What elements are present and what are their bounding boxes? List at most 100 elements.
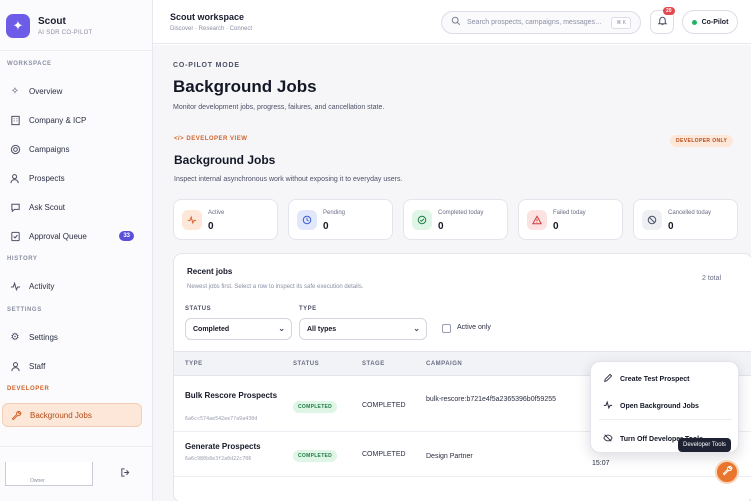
- active-only-label: Active only: [457, 324, 491, 331]
- stat-value: 0: [553, 221, 559, 232]
- copilot-button[interactable]: Co-Pilot: [682, 10, 738, 34]
- user-role: Owner: [30, 478, 45, 484]
- bell-icon: [657, 15, 668, 29]
- job-campaign: bulk-rescore:b721e4f5a2365396b0f59255: [426, 396, 556, 403]
- developer-view-label: </> DEVELOPER VIEW: [174, 136, 247, 142]
- section-label-developer: DEVELOPER: [7, 386, 50, 392]
- sidebar-item-overview[interactable]: ✧ Overview: [2, 79, 142, 103]
- status-badge: COMPLETED: [293, 450, 338, 462]
- divider: [0, 446, 153, 447]
- stat-value: 0: [208, 221, 214, 232]
- job-id: 6a6cc574ae542ee7?a9a430d: [185, 416, 258, 422]
- stat-value: 0: [438, 221, 444, 232]
- sidebar: ✦ Scout AI SDR CO-PILOT WORKSPACE ✧ Over…: [0, 0, 153, 501]
- brand-subtitle: AI SDR CO-PILOT: [38, 30, 93, 36]
- section-title: Background Jobs: [174, 153, 276, 167]
- eye-off-icon: [603, 433, 613, 446]
- search-input[interactable]: Search prospects, campaigns, messages… ⌘…: [441, 11, 641, 34]
- sidebar-item-campaigns[interactable]: Campaigns: [2, 137, 142, 161]
- section-label-workspace: WORKSPACE: [7, 61, 52, 67]
- sparkle-logo-icon: ✦: [6, 14, 30, 38]
- chevron-down-icon: ⌄: [278, 324, 285, 333]
- status-dot: [691, 19, 697, 25]
- section-label-settings: SETTINGS: [7, 307, 42, 313]
- sidebar-item-prospects[interactable]: Prospects: [2, 166, 142, 190]
- search-shortcut: ⌘ K: [611, 17, 631, 29]
- job-id: 6a6c980b8e3f2a0d22c706: [185, 456, 252, 462]
- stat-label: Failed today: [553, 210, 586, 216]
- sparkle-icon: ✧: [10, 85, 20, 97]
- active-only-checkbox[interactable]: [442, 324, 451, 333]
- open-background-jobs-item[interactable]: Open Background Jobs: [603, 400, 699, 413]
- sidebar-item-label: Activity: [29, 281, 55, 291]
- job-campaign: Design Partner: [426, 453, 473, 460]
- job-type: Bulk Rescore Prospects: [185, 391, 278, 400]
- search-placeholder: Search prospects, campaigns, messages…: [467, 19, 603, 26]
- target-icon: [9, 143, 21, 155]
- breadcrumb: Discover · Research · Connect: [170, 26, 253, 32]
- wrench-icon: [10, 409, 22, 421]
- warning-icon: [527, 210, 547, 230]
- job-stage: COMPLETED: [362, 402, 406, 409]
- section-label-history: HISTORY: [7, 256, 38, 262]
- stat-card-active: Active 0: [173, 199, 278, 240]
- brand[interactable]: ✦ Scout AI SDR CO-PILOT: [6, 14, 93, 38]
- check-circle-icon: [412, 210, 432, 230]
- sidebar-item-company-icp[interactable]: Company & ICP: [2, 108, 142, 132]
- brand-name: Scout: [38, 16, 66, 27]
- stat-label: Cancelled today: [668, 210, 712, 216]
- job-time: 15:07: [592, 460, 610, 467]
- status-badge: COMPLETED: [293, 401, 338, 413]
- stat-value: 0: [323, 221, 329, 232]
- stat-card-completed: Completed today 0: [403, 199, 508, 240]
- column-header: CAMPAIGN: [426, 361, 463, 367]
- sidebar-item-label: Prospects: [29, 173, 65, 183]
- sidebar-item-background-jobs[interactable]: Background Jobs: [2, 403, 142, 427]
- job-stage: COMPLETED: [362, 451, 406, 458]
- status-select-value: Completed: [193, 325, 230, 333]
- job-type: Generate Prospects: [185, 442, 261, 451]
- page-description: Monitor development jobs, progress, fail…: [173, 104, 385, 111]
- gear-icon: ⚙: [10, 331, 20, 343]
- sidebar-item-approval-queue[interactable]: Approval Queue 33: [2, 224, 142, 248]
- developer-view-text: DEVELOPER VIEW: [186, 136, 248, 142]
- activity-icon: [603, 400, 613, 413]
- staff-icon: [9, 360, 21, 372]
- user-profile[interactable]: [5, 462, 93, 486]
- top-bar: Scout workspace Discover · Research · Co…: [153, 0, 751, 44]
- activity-icon: [182, 210, 202, 230]
- chevron-down-icon: ⌄: [413, 324, 420, 333]
- sidebar-item-staff[interactable]: Staff: [2, 354, 142, 378]
- developer-only-badge: DEVELOPER ONLY: [670, 135, 734, 147]
- developer-tools-button[interactable]: [715, 460, 739, 484]
- mode-label: CO-PILOT MODE: [173, 62, 240, 69]
- ban-icon: [642, 210, 662, 230]
- menu-item-label: Open Background Jobs: [620, 403, 699, 410]
- pencil-icon: [603, 373, 613, 386]
- status-select[interactable]: Completed ⌄: [185, 318, 292, 340]
- sidebar-item-label: Company & ICP: [29, 115, 87, 125]
- sidebar-item-label: Campaigns: [29, 144, 70, 154]
- stat-label: Pending: [323, 210, 346, 216]
- approval-icon: [9, 230, 21, 242]
- sidebar-item-ask-scout[interactable]: Ask Scout: [2, 195, 142, 219]
- status-filter-label: STATUS: [185, 306, 212, 312]
- sidebar-item-activity[interactable]: Activity: [2, 274, 142, 298]
- sidebar-item-label: Staff: [29, 361, 46, 371]
- wrench-icon: [722, 465, 733, 479]
- copilot-label: Co-Pilot: [701, 18, 729, 26]
- sidebar-item-settings[interactable]: ⚙ Settings: [2, 325, 142, 349]
- notifications-badge: 20: [663, 7, 675, 15]
- type-filter-label: TYPE: [299, 306, 317, 312]
- code-icon: </>: [174, 136, 185, 142]
- jobs-total: 2 total: [702, 275, 722, 282]
- create-test-prospect-item[interactable]: Create Test Prospect: [603, 373, 690, 386]
- sidebar-item-label: Overview: [29, 86, 63, 96]
- column-header: STAGE: [362, 361, 385, 367]
- section-description: Inspect internal asynchronous work witho…: [174, 176, 403, 183]
- logout-icon[interactable]: [120, 467, 131, 481]
- jobs-title: Recent jobs: [187, 267, 233, 276]
- type-select[interactable]: All types ⌄: [299, 318, 427, 340]
- activity-icon: [9, 280, 21, 292]
- workspace-title: Scout workspace: [170, 12, 245, 22]
